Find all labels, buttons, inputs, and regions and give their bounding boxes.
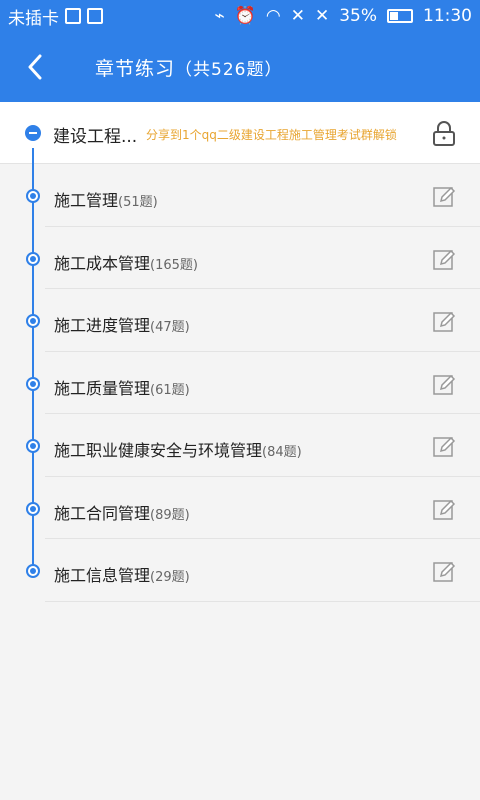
chapter-item[interactable]: 施工管理(51题) <box>0 164 480 227</box>
page-title: 章节练习（共526题） <box>95 54 282 81</box>
signal-icon: ✕ <box>290 6 305 26</box>
timeline-dot-icon <box>26 501 40 516</box>
chevron-left-icon <box>28 54 42 80</box>
chapter-item[interactable]: 施工成本管理(165题) <box>0 227 480 289</box>
carrier-text: 未插卡 <box>8 8 59 29</box>
chapter-name: 施工进度管理(47题) <box>54 316 190 335</box>
page-subtitle: （共526题） <box>175 60 283 80</box>
timeline-dot-icon <box>26 376 40 391</box>
alarm-icon: ⏰ <box>234 6 256 26</box>
signal-icon-2: ✕ <box>314 6 330 26</box>
timeline-dot-icon <box>26 564 40 578</box>
nav-bar: 章节练习（共526题） <box>0 32 480 102</box>
collapse-icon[interactable] <box>25 125 41 141</box>
edit-icon[interactable] <box>432 248 456 276</box>
edit-icon[interactable] <box>432 560 456 588</box>
chapter-list: 施工管理(51题) 施工成本管理(165题) 施工进度管理(47题) 施工质量管… <box>0 164 480 602</box>
chapter-name: 施工质量管理(61题) <box>54 378 190 398</box>
timeline-dot-icon <box>26 189 40 203</box>
chapter-item[interactable]: 施工进度管理(47题) <box>0 289 480 352</box>
chapter-name: 施工管理(51题) <box>54 191 158 210</box>
image-icon <box>65 8 81 24</box>
chapter-name: 施工成本管理(165题) <box>54 253 198 273</box>
edit-icon[interactable] <box>432 185 456 213</box>
wifi-icon: ◠ <box>265 6 281 26</box>
timeline-dot-icon <box>26 251 40 266</box>
root-chapter-name: 建设工程... <box>53 127 138 147</box>
chapter-name: 施工合同管理(89题) <box>54 503 190 523</box>
edit-icon[interactable] <box>432 498 456 526</box>
clock: 11:30 <box>423 6 472 26</box>
chapter-item[interactable]: 施工质量管理(61题) <box>0 352 480 414</box>
vibrate-icon: ⌁ <box>214 6 225 26</box>
edit-icon[interactable] <box>432 310 456 338</box>
timeline-dot-icon <box>26 314 40 328</box>
chapter-item[interactable]: 施工信息管理(29题) <box>0 539 480 602</box>
share-unlock-note: 分享到1个qq二级建设工程施工管理考试群解锁 <box>146 128 397 142</box>
edit-icon[interactable] <box>432 435 456 463</box>
status-bar: 未插卡 ⌁ ⏰ ◠ ✕ ✕ 35% 11:30 <box>0 0 480 32</box>
chapter-item[interactable]: 施工职业健康安全与环境管理(84题) <box>0 414 480 477</box>
lock-icon[interactable] <box>432 121 456 151</box>
root-chapter-row[interactable]: 建设工程... 分享到1个qq二级建设工程施工管理考试群解锁 <box>0 102 480 164</box>
back-button[interactable] <box>20 52 50 82</box>
edit-icon[interactable] <box>432 373 456 401</box>
battery-percent: 35% <box>339 6 377 26</box>
chapter-name: 施工职业健康安全与环境管理(84题) <box>54 441 302 460</box>
chapter-item[interactable]: 施工合同管理(89题) <box>0 477 480 539</box>
timeline-dot-icon <box>26 439 40 453</box>
chapter-name: 施工信息管理(29题) <box>54 566 190 585</box>
download-icon <box>87 8 103 24</box>
page-title-text: 章节练习 <box>95 58 176 80</box>
divider <box>45 600 480 602</box>
battery-icon <box>387 9 413 23</box>
